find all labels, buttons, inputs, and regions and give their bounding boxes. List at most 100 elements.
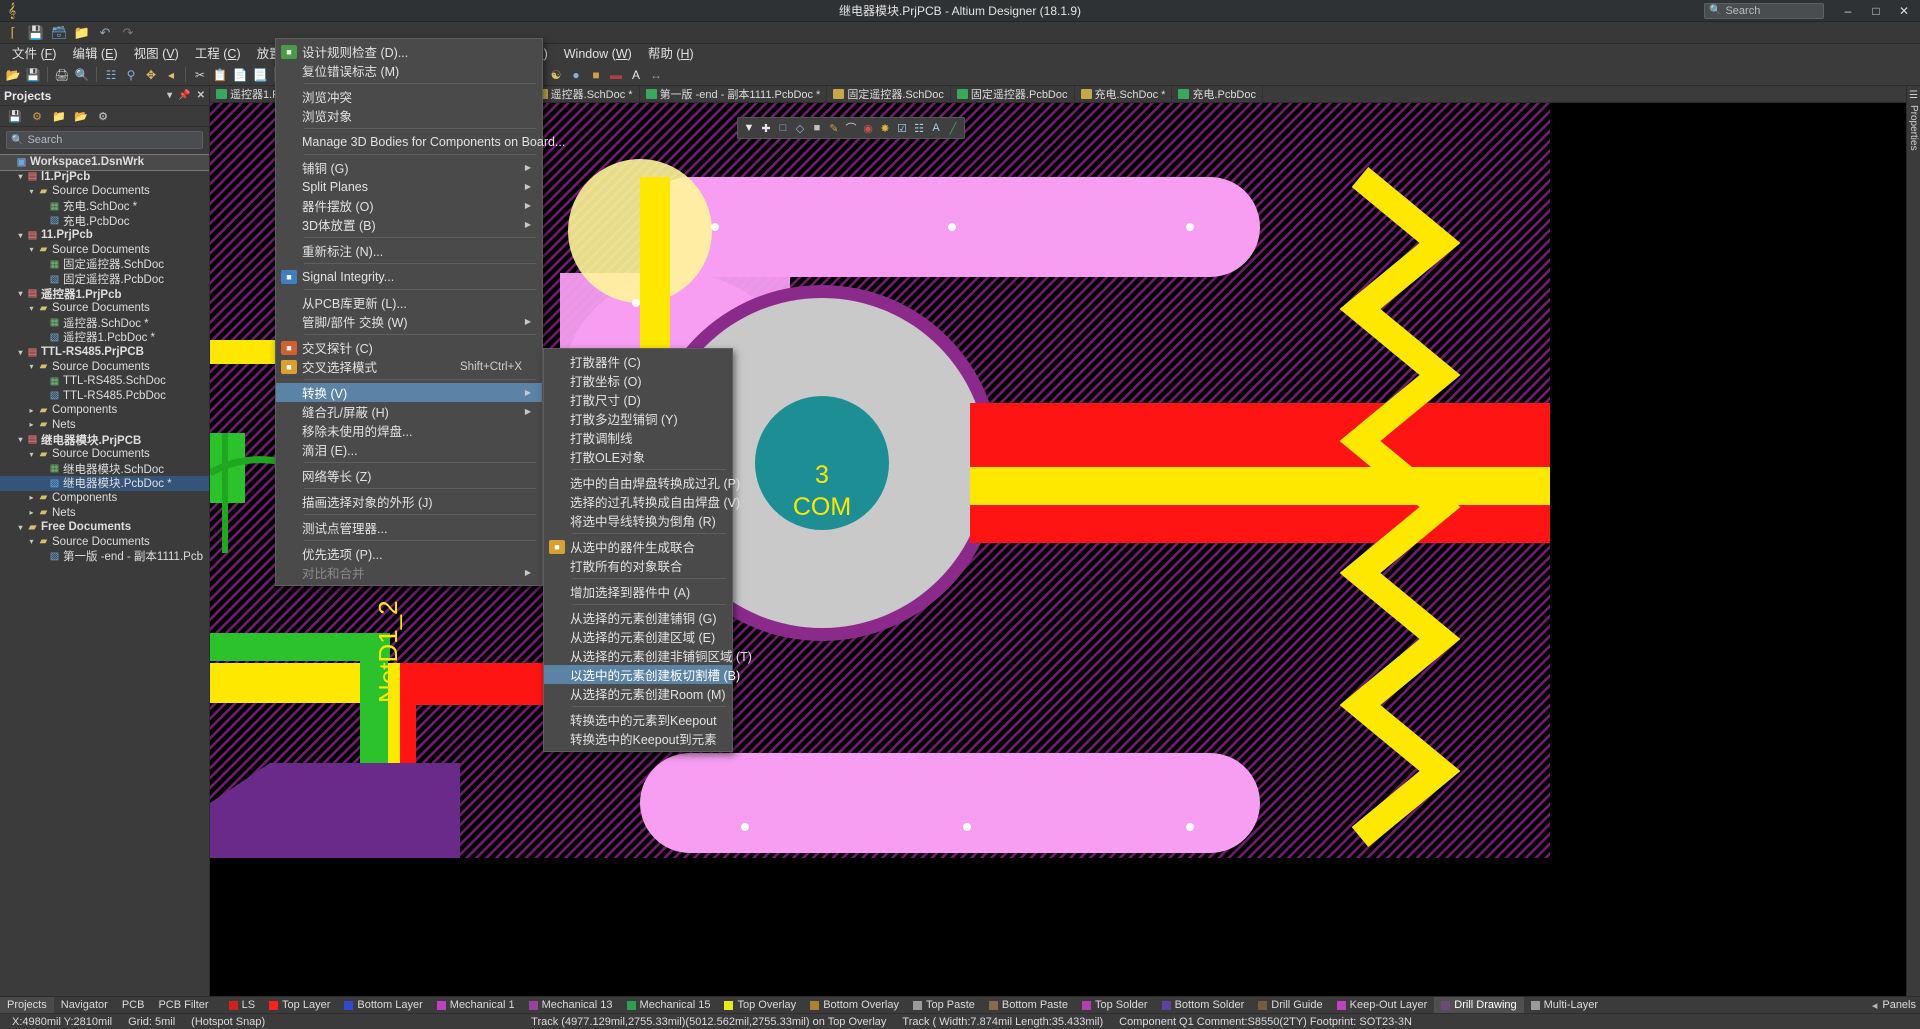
layer-tab-bottom-overlay[interactable]: Bottom Overlay — [803, 997, 906, 1014]
menu-item-23[interactable]: 转换 (V)▶ — [276, 383, 542, 402]
document-tab-6[interactable]: 固定遥控器.PcbDoc — [951, 86, 1075, 103]
document-tab-7[interactable]: 充电.SchDoc * — [1075, 86, 1173, 103]
place-fill-icon[interactable]: ▬ — [607, 66, 625, 84]
tree-item-24[interactable]: ▸▰Nets — [0, 505, 209, 520]
tree-twisty[interactable]: ▾ — [15, 435, 26, 444]
pad-icon[interactable]: ✸ — [877, 120, 893, 136]
undo-icon[interactable]: ↶ — [97, 25, 113, 41]
tree-item-3[interactable]: ▦充电.SchDoc * — [0, 199, 209, 214]
menu-item-9[interactable]: Split Planes▶ — [276, 177, 542, 196]
place-pad-icon[interactable]: ■ — [587, 66, 605, 84]
compile-project-icon[interactable]: ⚙ — [30, 109, 44, 123]
checkbox-icon[interactable]: ☑ — [894, 120, 910, 136]
maximize-button[interactable]: □ — [1862, 0, 1890, 22]
menu-item-15[interactable]: ■Signal Integrity... — [276, 267, 542, 286]
tree-item-14[interactable]: ▾▰Source Documents — [0, 359, 209, 374]
tree-twisty[interactable]: ▾ — [15, 172, 26, 181]
tree-item-27[interactable]: ▧第一版 -end - 副本1111.Pcb — [0, 549, 209, 564]
menu-item-19[interactable]: 以选中的元素创建板切割槽 (B) — [544, 665, 732, 684]
menu-item-18[interactable]: 管脚/部件 交换 (W)▶ — [276, 312, 542, 331]
menu-item-7[interactable]: 选中的自由焊盘转换成过孔 (P) — [544, 473, 732, 492]
tree-item-17[interactable]: ▸▰Components — [0, 403, 209, 418]
menu-item-32[interactable]: 测试点管理器... — [276, 518, 542, 537]
open-project-icon[interactable]: 📁 — [52, 109, 66, 123]
tree-twisty[interactable]: ▸ — [26, 420, 37, 429]
menu-item-6[interactable]: Manage 3D Bodies for Components on Board… — [276, 132, 542, 151]
layer-tab-bottom-paste[interactable]: Bottom Paste — [982, 997, 1075, 1014]
menu-item-14[interactable]: 增加选择到器件中 (A) — [544, 582, 732, 601]
tree-item-23[interactable]: ▸▰Components — [0, 491, 209, 506]
menu-item-24[interactable]: 缝合孔/屏蔽 (H)▶ — [276, 402, 542, 421]
open-document-icon[interactable]: 📂 — [4, 66, 22, 84]
open-folder-icon[interactable]: 📁 — [74, 25, 90, 41]
tree-item-26[interactable]: ▾▰Source Documents — [0, 534, 209, 549]
menu-item-4[interactable]: 浏览对象 — [276, 106, 542, 125]
menu-item-12[interactable]: 打散所有的对象联合 — [544, 556, 732, 575]
tree-item-10[interactable]: ▾▰Source Documents — [0, 301, 209, 316]
tree-twisty[interactable]: ▾ — [15, 523, 26, 532]
menu-item-17[interactable]: 从选择的元素创建区域 (E) — [544, 627, 732, 646]
tree-item-9[interactable]: ▾▤遥控器1.PrjPcb — [0, 286, 209, 301]
tree-twisty[interactable]: ▸ — [26, 493, 37, 502]
tree-item-2[interactable]: ▾▰Source Documents — [0, 184, 209, 199]
menu-item-11[interactable]: ■从选中的器件生成联合 — [544, 537, 732, 556]
menu-item-3[interactable]: 浏览冲突 — [276, 87, 542, 106]
tree-item-6[interactable]: ▾▰Source Documents — [0, 243, 209, 258]
properties-panel-tab[interactable]: Properties — [1908, 105, 1919, 151]
global-search-input[interactable]: 🔍 Search — [1704, 3, 1824, 19]
tree-item-13[interactable]: ▾▤TTL-RS485.PrjPCB — [0, 345, 209, 360]
zoom-area-icon[interactable]: ☷ — [102, 66, 120, 84]
panel-shortcut-navigator[interactable]: Navigator — [54, 997, 115, 1014]
menu-item-13[interactable]: 重新标注 (N)... — [276, 241, 542, 260]
menu-item-20[interactable]: 从选择的元素创建Room (M) — [544, 684, 732, 703]
print-icon[interactable]: 🖨 — [53, 66, 71, 84]
menu-item-20[interactable]: ■交叉探针 (C) — [276, 338, 542, 357]
menu-item-11[interactable]: 3D体放置 (B)▶ — [276, 215, 542, 234]
chevron-down-icon[interactable]: ▾ — [167, 90, 172, 101]
tree-twisty[interactable]: ▾ — [26, 450, 37, 459]
menu-item-34[interactable]: 优先选项 (P)... — [276, 544, 542, 563]
panel-shortcut-pcb-filter[interactable]: PCB Filter — [151, 997, 215, 1014]
tools-dropdown-menu[interactable]: ■设计规则检查 (D)...复位错误标志 (M)浏览冲突浏览对象Manage 3… — [275, 38, 543, 586]
document-tab-5[interactable]: 固定遥控器.SchDoc — [827, 86, 951, 103]
panel-icon[interactable]: ☰ — [1909, 90, 1918, 101]
menu-item-25[interactable]: 移除未使用的焊盘... — [276, 421, 542, 440]
layer-tab-top-layer[interactable]: Top Layer — [262, 997, 337, 1014]
menu-item-1[interactable]: 复位错误标志 (M) — [276, 61, 542, 80]
tree-item-22[interactable]: ▧继电器模块.PcbDoc * — [0, 476, 209, 491]
layer-set-selector[interactable]: LS — [222, 997, 262, 1014]
layer-tab-drill-guide[interactable]: Drill Guide — [1251, 997, 1329, 1014]
place-dimension-icon[interactable]: ↔ — [647, 66, 665, 84]
scroll-left-icon[interactable]: ◂ — [1872, 999, 1878, 1012]
tree-twisty[interactable]: ▾ — [26, 245, 37, 254]
menubar-item-9[interactable]: Window (W) — [556, 44, 640, 64]
layer-tab-mechanical-15[interactable]: Mechanical 15 — [620, 997, 718, 1014]
menu-item-21[interactable]: ■交叉选择模式Shift+Ctrl+X — [276, 357, 542, 376]
menubar-item-0[interactable]: 文件 (F) — [4, 44, 64, 64]
altium-mark-icon[interactable]: ⌈ — [5, 25, 21, 41]
panels-button[interactable]: Panels — [1882, 999, 1916, 1012]
tree-item-4[interactable]: ▧充电.PcbDoc — [0, 213, 209, 228]
menu-item-18[interactable]: 从选择的元素创建非铺铜区域 (T) — [544, 646, 732, 665]
tree-item-20[interactable]: ▾▰Source Documents — [0, 447, 209, 462]
place-via-icon[interactable]: ● — [567, 66, 585, 84]
close-button[interactable]: ✕ — [1890, 0, 1918, 22]
document-tab-4[interactable]: 第一版 -end - 副本1111.PcbDoc * — [640, 86, 828, 103]
select-icon[interactable]: ◂ — [162, 66, 180, 84]
menu-item-1[interactable]: 打散坐标 (O) — [544, 371, 732, 390]
tree-twisty[interactable]: ▸ — [26, 508, 37, 517]
cut-icon[interactable]: ✂ — [191, 66, 209, 84]
pan-icon[interactable]: ✥ — [142, 66, 160, 84]
menu-item-9[interactable]: 将选中导线转换为倒角 (R) — [544, 511, 732, 530]
layer-tab-top-overlay[interactable]: Top Overlay — [717, 997, 803, 1014]
tree-twisty[interactable]: ▾ — [26, 537, 37, 546]
tree-twisty[interactable]: ▾ — [15, 231, 26, 240]
layer-tab-drill-drawing[interactable]: Drill Drawing — [1434, 997, 1523, 1014]
menubar-item-3[interactable]: 工程 (C) — [187, 44, 249, 64]
panel-shortcut-projects[interactable]: Projects — [0, 997, 54, 1014]
save-project-icon[interactable]: 💾 — [8, 109, 22, 123]
tree-item-7[interactable]: ▦固定遥控器.SchDoc — [0, 257, 209, 272]
menu-item-16[interactable]: 从选择的元素创建铺铜 (G) — [544, 608, 732, 627]
close-icon[interactable]: ✕ — [197, 90, 205, 101]
differential-pair-icon[interactable]: ☯ — [547, 66, 565, 84]
